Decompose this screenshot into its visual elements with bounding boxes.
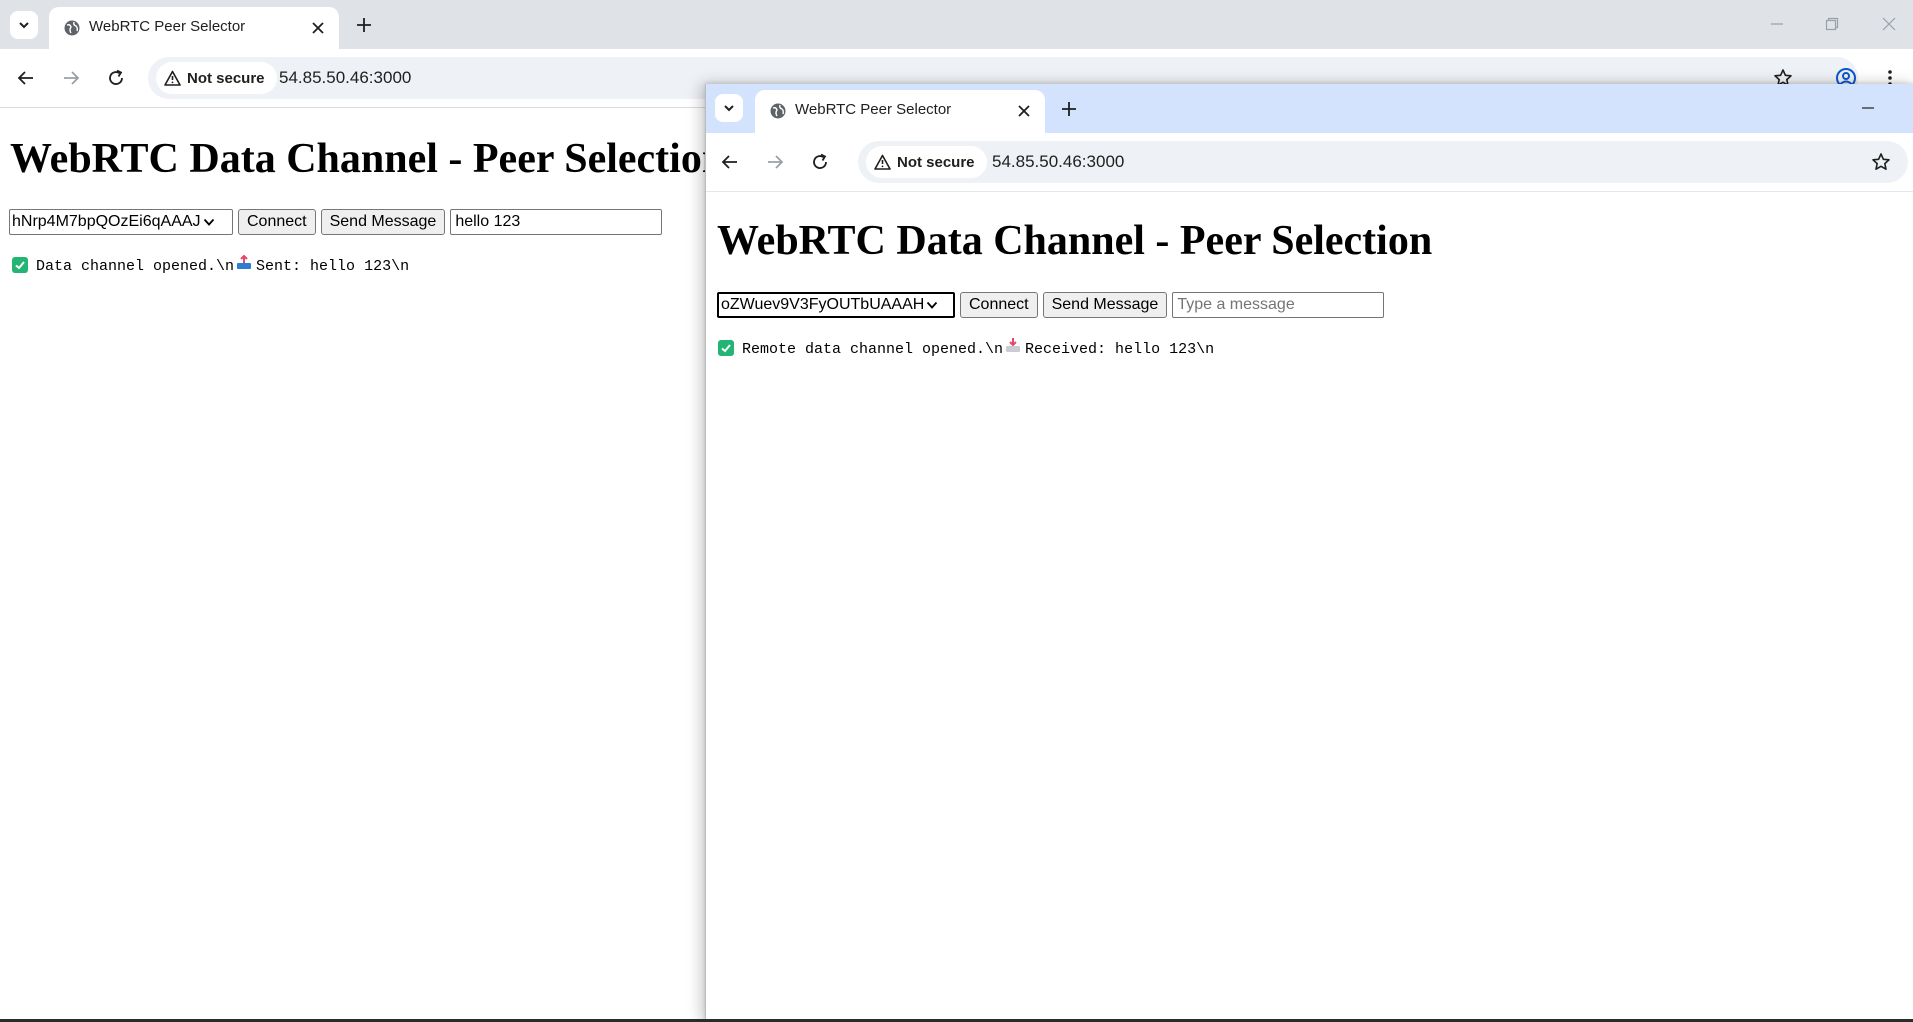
tab-title: WebRTC Peer Selector (795, 101, 952, 118)
browser-window-right: WebRTC Peer Selector Not secure 54.85.50… (705, 84, 1913, 1022)
chevron-down-icon (19, 22, 29, 29)
globe-icon (770, 103, 786, 119)
not-secure-label: Not secure (897, 153, 975, 171)
new-tab-button[interactable] (352, 13, 376, 37)
tab-search-button[interactable] (10, 11, 38, 39)
minimize-button[interactable] (1765, 14, 1789, 34)
browser-toolbar: Not secure 54.85.50.46:3000 (706, 133, 1913, 192)
log-text-received: Received: hello 123\n (1025, 341, 1215, 358)
page-title: WebRTC Data Channel - Peer Selection (10, 136, 726, 182)
minimize-button[interactable] (1856, 98, 1880, 118)
plus-icon (1062, 102, 1076, 116)
site-info-chip[interactable]: Not secure (156, 62, 277, 94)
log-line: Data channel opened.\n Sent: hello 123\n (36, 254, 409, 275)
site-info-chip[interactable]: Not secure (866, 146, 987, 178)
reload-icon (109, 69, 123, 85)
page-title: WebRTC Data Channel - Peer Selection (717, 218, 1433, 264)
tab-strip: WebRTC Peer Selector (0, 0, 1913, 49)
tab-close-button[interactable] (1015, 102, 1033, 120)
tab-webrtc-peer-selector[interactable]: WebRTC Peer Selector (755, 90, 1045, 133)
log-output: Remote data channel opened.\n Received: h… (718, 337, 1214, 358)
tab-title: WebRTC Peer Selector (89, 18, 246, 35)
arrow-right-icon (64, 71, 80, 85)
close-icon (1882, 17, 1896, 31)
controls-row: oZWuev9V3FyOUTbUAAAH Connect Send Messag… (717, 292, 1385, 318)
send-message-button[interactable]: Send Message (1042, 292, 1168, 318)
peer-select[interactable]: hNrp4M7bpQOzEi6qAAAJ (9, 209, 233, 235)
forward-button[interactable] (761, 148, 789, 176)
minimize-icon (1862, 107, 1874, 109)
check-icon (718, 339, 734, 356)
inbox-tray-icon (1005, 337, 1021, 353)
log-output: Data channel opened.\n Sent: hello 123\n (12, 254, 409, 275)
reload-button[interactable] (102, 64, 130, 92)
window-close-button[interactable] (1877, 14, 1901, 34)
not-secure-label: Not secure (187, 69, 265, 87)
restore-icon (1825, 17, 1839, 31)
message-input[interactable] (1172, 292, 1385, 318)
peer-select[interactable]: oZWuev9V3FyOUTbUAAAH (717, 292, 955, 318)
page-content: WebRTC Data Channel - Peer Selection oZW… (706, 192, 1913, 1022)
star-icon (1872, 153, 1890, 170)
restore-button[interactable] (1820, 14, 1844, 34)
warning-icon (164, 70, 181, 86)
log-text-sent: Sent: hello 123\n (256, 258, 410, 275)
forward-button[interactable] (57, 64, 85, 92)
url-text[interactable]: 54.85.50.46:3000 (279, 68, 411, 88)
warning-icon (874, 154, 891, 170)
chevron-down-icon (203, 217, 215, 227)
reload-button[interactable] (806, 148, 834, 176)
check-icon (12, 256, 28, 273)
chevron-down-icon (724, 105, 734, 112)
outbox-tray-icon (236, 254, 252, 270)
controls-row: hNrp4M7bpQOzEi6qAAAJ Connect Send Messag… (9, 209, 663, 235)
connect-button[interactable]: Connect (960, 292, 1038, 318)
arrow-left-icon (721, 155, 737, 169)
peer-select-value: oZWuev9V3FyOUTbUAAAH (721, 296, 925, 313)
log-text-opened: Data channel opened.\n (36, 258, 235, 275)
globe-icon (64, 20, 80, 36)
tab-strip: WebRTC Peer Selector (706, 84, 1913, 133)
tab-webrtc-peer-selector[interactable]: WebRTC Peer Selector (49, 7, 339, 49)
connect-button[interactable]: Connect (238, 209, 316, 235)
chevron-down-icon (926, 300, 938, 310)
send-message-button[interactable]: Send Message (320, 209, 446, 235)
peer-select-value: hNrp4M7bpQOzEi6qAAAJ (12, 213, 201, 230)
log-line: Remote data channel opened.\n Received: h… (742, 337, 1214, 358)
minimize-icon (1771, 23, 1783, 25)
plus-icon (357, 18, 371, 32)
back-button[interactable] (12, 64, 40, 92)
address-bar[interactable]: Not secure 54.85.50.46:3000 (858, 141, 1908, 183)
tab-search-button[interactable] (715, 94, 743, 122)
message-input[interactable] (450, 209, 663, 235)
bookmark-star-button[interactable] (1870, 151, 1892, 173)
tab-close-button[interactable] (309, 19, 327, 37)
arrow-left-icon (17, 71, 33, 85)
close-icon (1018, 105, 1030, 117)
close-icon (312, 22, 324, 34)
reload-icon (813, 153, 827, 169)
arrow-right-icon (768, 155, 784, 169)
url-text[interactable]: 54.85.50.46:3000 (992, 152, 1124, 172)
new-tab-button[interactable] (1057, 97, 1081, 121)
log-text-opened: Remote data channel opened.\n (742, 341, 1004, 358)
back-button[interactable] (716, 148, 744, 176)
